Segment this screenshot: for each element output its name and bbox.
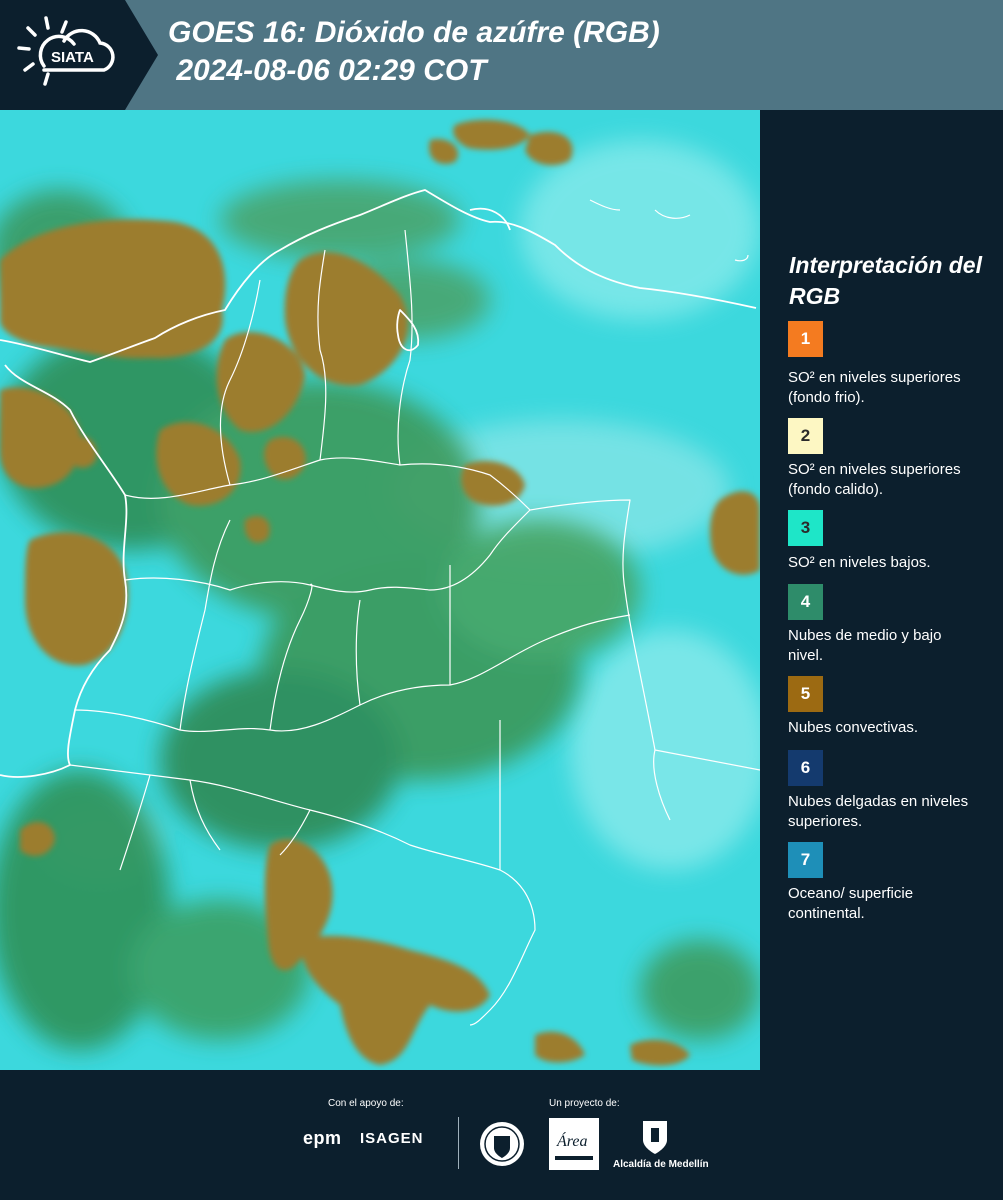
legend-swatch-4: 4 [788,584,823,620]
legend-number-3: 3 [800,518,811,537]
satellite-map [0,110,760,1070]
siata-logo-text: SIATA [51,49,94,66]
legend-number-4: 4 [800,592,811,611]
seal-icon [478,1120,526,1173]
legend-label-3: SO² en niveles bajos. [788,554,931,571]
legend-swatch-7: 7 [788,842,823,878]
legend-label-5: Nubes convectivas. [788,719,919,736]
legend-swatch-2: 2 [788,418,823,454]
legend-number-7: 7 [800,850,811,869]
legend-panel: Interpretación del RGB 1 SO² en niveles … [760,110,1003,1070]
legend-number-6: 6 [800,758,811,777]
legend-label-4: Nubes de medio y bajo nivel. [788,627,942,664]
legend-label-2: SO² en niveles superiores (fondo calido)… [788,461,961,498]
legend-number-2: 2 [800,426,811,445]
legend-swatch-5: 5 [788,676,823,712]
siata-logo: SIATA [0,0,158,110]
footer: Con el apoyo de: Un proyecto de: epm ISA… [0,1070,1003,1200]
legend-number-1: 1 [800,329,811,348]
area-logo-text: Área [556,1131,588,1150]
alcaldia-shield-icon [640,1118,670,1161]
alcaldia-logo-text: Alcaldía de Medellín [613,1159,709,1170]
legend-number-5: 5 [800,684,811,703]
title-line-2: 2024-08-06 02:29 COT [168,54,487,87]
isagen-logo: ISAGEN [360,1130,424,1147]
project-label: Un proyecto de: [549,1098,620,1109]
legend-label-6: Nubes delgadas en niveles superiores. [788,793,969,830]
legend-label-7: Oceano/ superficie continental. [788,885,914,922]
so2-rgb-image [0,110,760,1070]
legend-swatch-1: 1 [788,321,823,357]
legend-heading: Interpretación del RGB [789,252,982,309]
legend-swatch-6: 6 [788,750,823,786]
title-line-1: GOES 16: Dióxido de azúfre (RGB) [168,16,660,49]
header-bar: SIATA GOES 16: Dióxido de azúfre (RGB) 2… [0,0,1003,110]
legend-label-1: SO² en niveles superiores (fondo frio). [788,369,961,406]
page-title: GOES 16: Dióxido de azúfre (RGB) 2024-08… [168,14,660,90]
epm-logo: epm [303,1128,342,1148]
footer-divider [458,1117,459,1169]
legend-swatch-3: 3 [788,510,823,546]
support-label: Con el apoyo de: [328,1098,404,1109]
area-metropolitana-logo: Área [549,1118,599,1170]
